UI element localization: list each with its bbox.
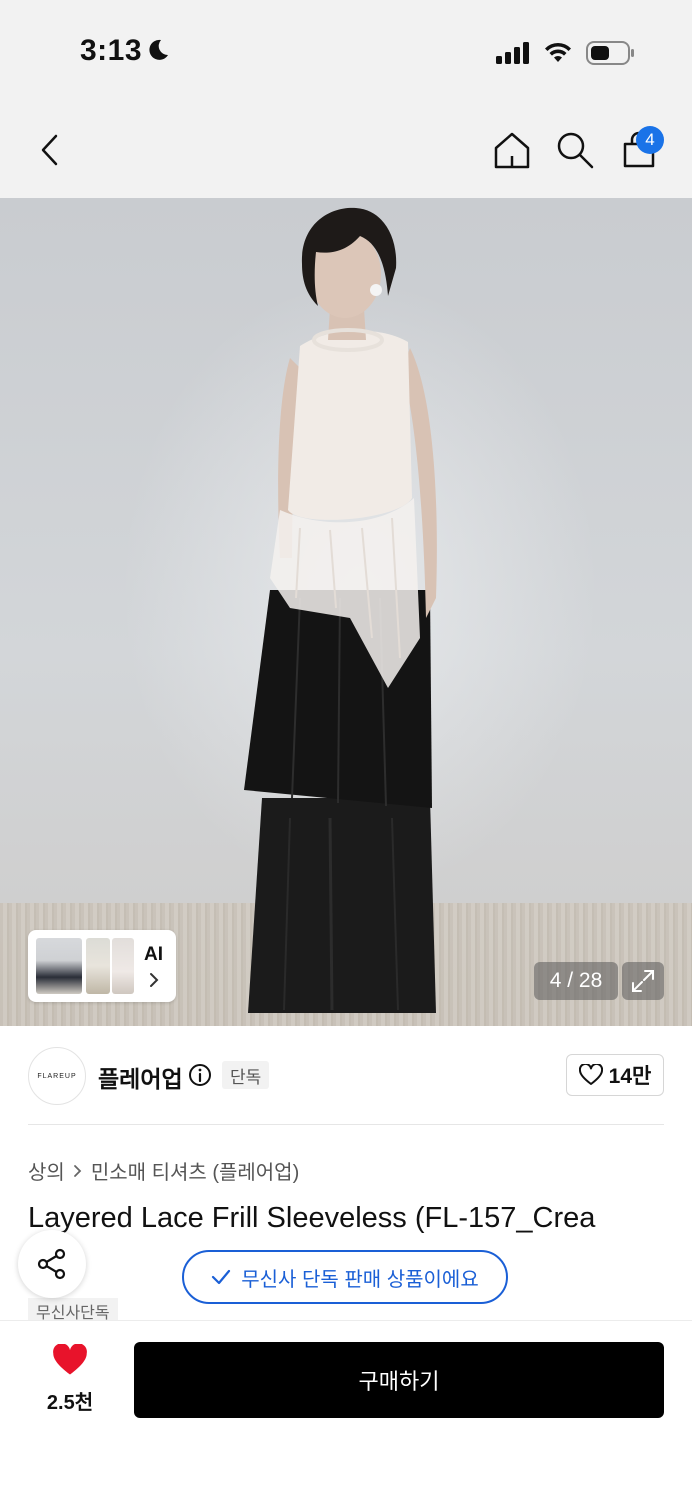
- divider: [28, 1124, 664, 1125]
- chevron-left-icon: [41, 134, 58, 166]
- breadcrumb: 상의 민소매 티셔츠 (플레어업): [28, 1156, 299, 1185]
- exclusive-sale-banner[interactable]: 무신사 단독 판매 상품이에요: [182, 1250, 508, 1304]
- top-nav-bar: [0, 100, 692, 198]
- share-icon: [37, 1248, 66, 1280]
- heart-filled-icon: [53, 1344, 87, 1375]
- ai-label: AI: [144, 944, 163, 965]
- ai-recommendation-card[interactable]: AI: [28, 930, 176, 1002]
- back-button[interactable]: [28, 128, 72, 172]
- breadcrumb-category[interactable]: 상의: [28, 1156, 65, 1185]
- product-title: Layered Lace Frill Sleeveless (FL-157_Cr…: [28, 1202, 596, 1234]
- expand-button[interactable]: [622, 962, 664, 1000]
- signal-icon: [496, 42, 529, 64]
- battery-icon: [586, 41, 634, 65]
- brand-name[interactable]: 플레어업: [98, 1060, 183, 1094]
- exclusive-banner-text: 무신사 단독 판매 상품이에요: [241, 1268, 479, 1291]
- model-photo: [244, 207, 437, 1013]
- check-icon: [212, 1269, 231, 1285]
- search-icon: [557, 132, 594, 169]
- breadcrumb-subcategory[interactable]: 민소매 티셔츠 (플레어업): [91, 1156, 299, 1185]
- ai-thumbnail-2: [86, 938, 110, 994]
- heart-outline-icon: [578, 1064, 603, 1085]
- ai-thumbnail-3: [112, 938, 134, 994]
- search-button[interactable]: [553, 128, 597, 172]
- ai-thumbnail-1: [36, 938, 82, 994]
- brand-like-button[interactable]: 14만: [566, 1054, 664, 1096]
- status-bar: 3:13: [0, 0, 692, 100]
- share-button[interactable]: [18, 1230, 86, 1298]
- brand-logo[interactable]: FLAREUP: [28, 1047, 86, 1105]
- product-image[interactable]: AI: [0, 198, 692, 1026]
- chevron-right-icon: [150, 973, 159, 987]
- info-icon[interactable]: [188, 1063, 212, 1087]
- brand-like-count: 14만: [608, 1065, 652, 1088]
- home-button[interactable]: [490, 128, 534, 172]
- exclusive-tag: 단독: [222, 1061, 270, 1089]
- chevron-right-icon: [73, 1164, 82, 1177]
- wishlist-count: 2.5천: [46, 1392, 94, 1414]
- home-icon: [494, 132, 530, 169]
- image-counter: 4 / 28: [534, 962, 618, 1000]
- status-time: 3:13: [80, 34, 143, 67]
- moon-icon: [149, 39, 168, 60]
- expand-icon: [632, 970, 654, 992]
- buy-button[interactable]: 구매하기: [134, 1342, 664, 1418]
- wifi-icon: [545, 42, 571, 62]
- cart-count-badge: 4: [636, 126, 664, 154]
